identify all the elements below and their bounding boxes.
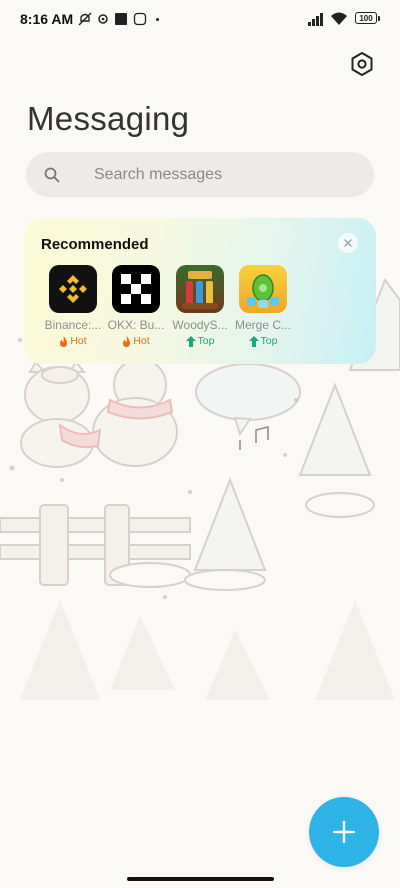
recommended-app-woody[interactable]: WoodyS... Top [170, 265, 230, 347]
recommended-title: Recommended [41, 236, 149, 253]
arrow-up-icon [248, 335, 259, 347]
arrow-up-icon [185, 335, 196, 347]
woody-app-icon [176, 265, 224, 313]
search-bar[interactable] [26, 152, 374, 197]
merge-app-icon [239, 265, 287, 313]
search-input[interactable] [66, 152, 346, 197]
app-tag-hot: Hot [43, 335, 103, 347]
gear-status-icon [98, 14, 108, 24]
app-tag-label: Hot [133, 335, 150, 347]
status-time: 8:16 AM [20, 11, 74, 27]
settings-button[interactable] [348, 50, 376, 78]
app-tag-label: Top [260, 335, 278, 347]
signal-icon [308, 13, 323, 26]
flame-icon [123, 335, 131, 347]
recommended-card: Recommended Binance:... Hot OKX: Bu... H… [24, 218, 376, 364]
app-name: Merge C... [234, 318, 291, 332]
app-tag-label: Hot [70, 335, 87, 347]
wifi-icon [331, 12, 347, 25]
close-icon [344, 239, 352, 247]
muted-notification-icon [78, 12, 92, 26]
plus-icon [332, 820, 356, 844]
recommended-close-button[interactable] [338, 233, 358, 253]
search-icon [44, 167, 60, 183]
home-indicator[interactable] [127, 877, 274, 881]
page-title: Messaging [27, 100, 190, 137]
compose-message-button[interactable] [309, 797, 379, 867]
settings-hexagon-icon [351, 52, 373, 76]
app-status-icon [133, 12, 147, 26]
status-bar: 8:16 AM 100 [0, 0, 400, 40]
more-notifications-dot [156, 18, 159, 21]
binance-app-icon [49, 265, 97, 313]
recommended-app-okx[interactable]: OKX: Bu... Hot [106, 265, 166, 347]
app-name: Binance:... [44, 318, 102, 332]
app-tag-top: Top [233, 335, 293, 347]
flame-icon [60, 335, 68, 347]
app-name: WoodyS... [172, 318, 228, 332]
app-tag-hot: Hot [106, 335, 166, 347]
app-name: OKX: Bu... [107, 318, 165, 332]
recommended-app-merge[interactable]: Merge C... Top [233, 265, 293, 347]
square-status-icon [115, 13, 127, 25]
recommended-app-binance[interactable]: Binance:... Hot [43, 265, 103, 347]
okx-app-icon [112, 265, 160, 313]
app-tag-top: Top [170, 335, 230, 347]
app-tag-label: Top [197, 335, 215, 347]
battery-icon: 100 [355, 12, 380, 24]
